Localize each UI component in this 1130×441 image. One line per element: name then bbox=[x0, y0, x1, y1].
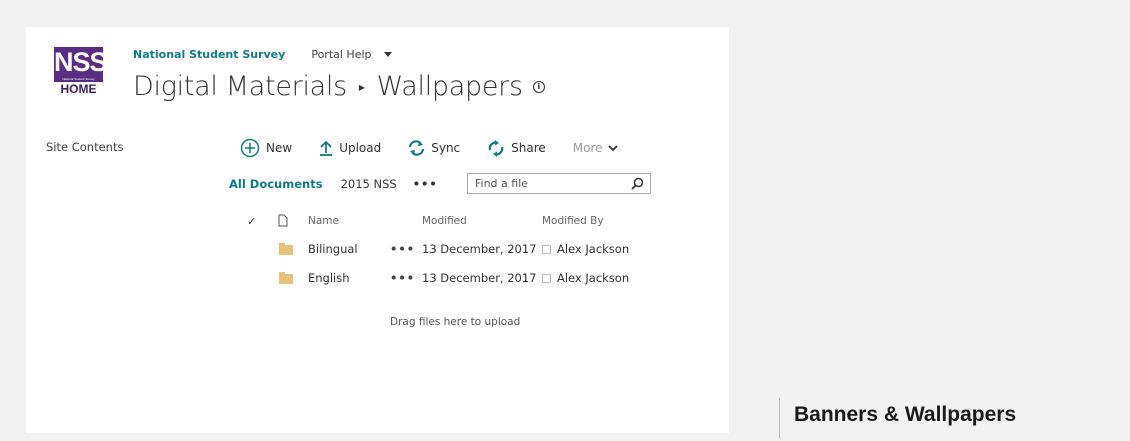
sync-icon bbox=[409, 140, 425, 156]
site-logo[interactable]: NSS National Student Survey HOME bbox=[54, 47, 108, 96]
sync-button[interactable]: Sync bbox=[408, 140, 460, 156]
upload-label: Upload bbox=[339, 141, 382, 155]
more-views-button[interactable]: ••• bbox=[413, 177, 438, 191]
sidebar-item-site-contents[interactable]: Site Contents bbox=[46, 140, 123, 154]
search-input[interactable] bbox=[468, 174, 618, 193]
row-modified-by-name[interactable]: Alex Jackson bbox=[557, 242, 629, 256]
drag-upload-hint[interactable]: Drag files here to upload bbox=[390, 316, 520, 328]
folder-icon bbox=[279, 243, 293, 255]
more-label: More bbox=[572, 141, 603, 155]
row-modified-by-name[interactable]: Alex Jackson bbox=[557, 271, 629, 285]
info-icon[interactable]: i bbox=[532, 80, 545, 93]
logo-mark: NSS bbox=[54, 47, 108, 77]
command-bar: New Upload Sync Share More bbox=[240, 138, 618, 158]
new-label: New bbox=[266, 141, 293, 155]
select-all-checkbox[interactable]: ✓ bbox=[247, 215, 256, 228]
sync-label: Sync bbox=[431, 141, 461, 155]
column-header-modified[interactable]: Modified bbox=[422, 215, 467, 227]
row-modified: 13 December, 2017 bbox=[422, 271, 537, 285]
row-modified: 13 December, 2017 bbox=[422, 242, 537, 256]
top-navigation: National Student Survey Portal Help bbox=[133, 48, 392, 61]
search-box bbox=[467, 173, 651, 194]
caption-title: Banners & Wallpapers bbox=[794, 403, 1017, 426]
folder-icon bbox=[279, 272, 293, 284]
row-modified-by[interactable]: Alex Jackson bbox=[542, 271, 629, 285]
sharepoint-page: NSS National Student Survey HOME Nationa… bbox=[26, 27, 729, 433]
breadcrumb-parent[interactable]: Digital Materials bbox=[133, 71, 347, 102]
new-button[interactable]: New bbox=[240, 138, 292, 158]
row-modified-by[interactable]: Alex Jackson bbox=[542, 242, 629, 256]
breadcrumb-current: Wallpapers bbox=[376, 71, 523, 102]
presence-icon bbox=[542, 274, 551, 283]
share-label: Share bbox=[511, 141, 546, 155]
view-all-documents[interactable]: All Documents bbox=[229, 177, 323, 191]
row-name[interactable]: Bilingual bbox=[308, 242, 358, 256]
presence-icon bbox=[542, 245, 551, 254]
column-header-name[interactable]: Name bbox=[308, 215, 339, 227]
document-icon bbox=[278, 214, 288, 227]
upload-arrow-icon bbox=[320, 140, 333, 156]
chevron-down-icon[interactable] bbox=[383, 52, 392, 57]
logo-home-label: HOME bbox=[60, 82, 97, 96]
breadcrumb-separator-icon: ▸ bbox=[358, 79, 365, 94]
search-icon[interactable] bbox=[631, 177, 644, 190]
row-menu-button[interactable]: ••• bbox=[390, 242, 415, 256]
row-menu-button[interactable]: ••• bbox=[390, 271, 415, 285]
view-selector: All Documents 2015 NSS ••• bbox=[229, 177, 438, 191]
caption-divider bbox=[779, 398, 780, 438]
chevron-down-icon bbox=[607, 144, 618, 151]
share-icon bbox=[488, 139, 504, 157]
view-2015-nss[interactable]: 2015 NSS bbox=[341, 177, 397, 191]
share-button[interactable]: Share bbox=[487, 139, 546, 157]
more-button[interactable]: More bbox=[573, 141, 618, 155]
page-title: Digital Materials ▸ Wallpapers i bbox=[133, 71, 545, 102]
row-name[interactable]: English bbox=[308, 271, 350, 285]
plus-circle-icon bbox=[240, 138, 260, 158]
topnav-help-link[interactable]: Portal Help bbox=[311, 48, 371, 61]
upload-button[interactable]: Upload bbox=[319, 140, 381, 156]
topnav-site-link[interactable]: National Student Survey bbox=[133, 48, 285, 61]
column-header-modified-by[interactable]: Modified By bbox=[542, 215, 604, 227]
